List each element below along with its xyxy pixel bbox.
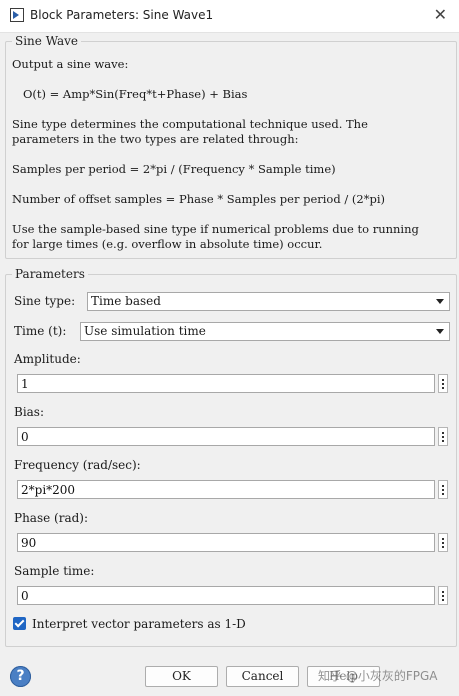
phase-input[interactable]	[17, 533, 435, 552]
time-value: Use simulation time	[84, 324, 206, 338]
close-icon[interactable]: ✕	[434, 6, 447, 24]
sine-type-dropdown[interactable]: Time based	[87, 292, 450, 311]
more-options-icon[interactable]	[438, 427, 448, 446]
sine-wave-legend: Sine Wave	[15, 34, 79, 48]
description-line: Output a sine wave:	[12, 57, 129, 71]
frequency-input[interactable]	[17, 480, 435, 499]
time-label: Time (t):	[14, 324, 67, 338]
bias-input[interactable]	[17, 427, 435, 446]
sine-type-label: Sine type:	[14, 294, 76, 308]
ok-button[interactable]: OK	[145, 666, 218, 687]
description-line: Samples per period = 2*pi / (Frequency *…	[12, 162, 336, 176]
watermark: 知乎 @小灰灰的FPGA	[318, 669, 438, 683]
description-line: parameters in the two types are related …	[12, 132, 299, 146]
simulink-block-icon	[10, 8, 24, 22]
sample-time-input[interactable]	[17, 586, 435, 605]
interpret-vector-checkbox[interactable]	[13, 617, 26, 630]
description-formula: O(t) = Amp*Sin(Freq*t+Phase) + Bias	[12, 87, 248, 101]
description-line: Number of offset samples = Phase * Sampl…	[12, 192, 385, 206]
description-line: Use the sample-based sine type if numeri…	[12, 222, 419, 236]
parameters-legend: Parameters	[15, 267, 85, 281]
phase-label: Phase (rad):	[14, 511, 89, 525]
chevron-down-icon	[436, 329, 444, 334]
bias-label: Bias:	[14, 405, 45, 419]
description-line: Sine type determines the computational t…	[12, 117, 368, 131]
description-line: for large times (e.g. overflow in absolu…	[12, 237, 323, 251]
more-options-icon[interactable]	[438, 586, 448, 605]
window-title: Block Parameters: Sine Wave1	[30, 8, 214, 22]
time-dropdown[interactable]: Use simulation time	[80, 322, 450, 341]
sine-type-value: Time based	[91, 294, 161, 308]
frequency-label: Frequency (rad/sec):	[14, 458, 141, 472]
cancel-button[interactable]: Cancel	[226, 666, 299, 687]
more-options-icon[interactable]	[438, 374, 448, 393]
more-options-icon[interactable]	[438, 480, 448, 499]
interpret-vector-label: Interpret vector parameters as 1-D	[32, 617, 246, 631]
chevron-down-icon	[436, 299, 444, 304]
amplitude-input[interactable]	[17, 374, 435, 393]
amplitude-label: Amplitude:	[14, 352, 81, 366]
sample-time-label: Sample time:	[14, 564, 95, 578]
help-icon[interactable]: ?	[10, 666, 31, 687]
title-bar: Block Parameters: Sine Wave1 ✕	[0, 0, 459, 33]
more-options-icon[interactable]	[438, 533, 448, 552]
